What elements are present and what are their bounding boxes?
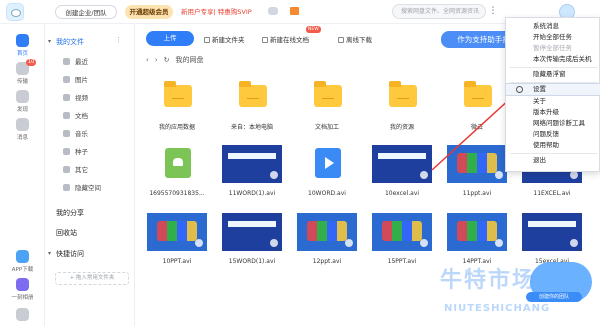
menu-item-shutdown[interactable]: 本次传输完成后关机 [506, 54, 600, 65]
gear-icon [516, 86, 523, 93]
menu-item-settings[interactable]: 设置 [505, 83, 600, 96]
context-menu: 系统消息 开始全部任务 暂停全部任务 本次传输完成后关机 隐藏悬浮窗 设置 关于… [505, 17, 600, 172]
menu-item-feedback[interactable]: 问题反馈 [506, 129, 600, 140]
menu-item-start-all[interactable]: 开始全部任务 [506, 32, 600, 43]
menu-item-upgrade[interactable]: 版本升级 [506, 107, 600, 118]
menu-divider [510, 67, 597, 68]
menu-item-help[interactable]: 使用帮助 [506, 140, 600, 151]
menu-item-about[interactable]: 关于 [506, 96, 600, 107]
menu-item-hide-float[interactable]: 隐藏悬浮窗 [506, 69, 600, 80]
menu-item-exit[interactable]: 退出 [506, 155, 600, 166]
menu-divider [510, 82, 597, 83]
menu-item-network-diag[interactable]: 网络问题诊断工具 [506, 118, 600, 129]
menu-divider [510, 153, 597, 154]
menu-item-system-msg[interactable]: 系统消息 [506, 21, 600, 32]
menu-item-pause-all: 暂停全部任务 [533, 44, 572, 52]
